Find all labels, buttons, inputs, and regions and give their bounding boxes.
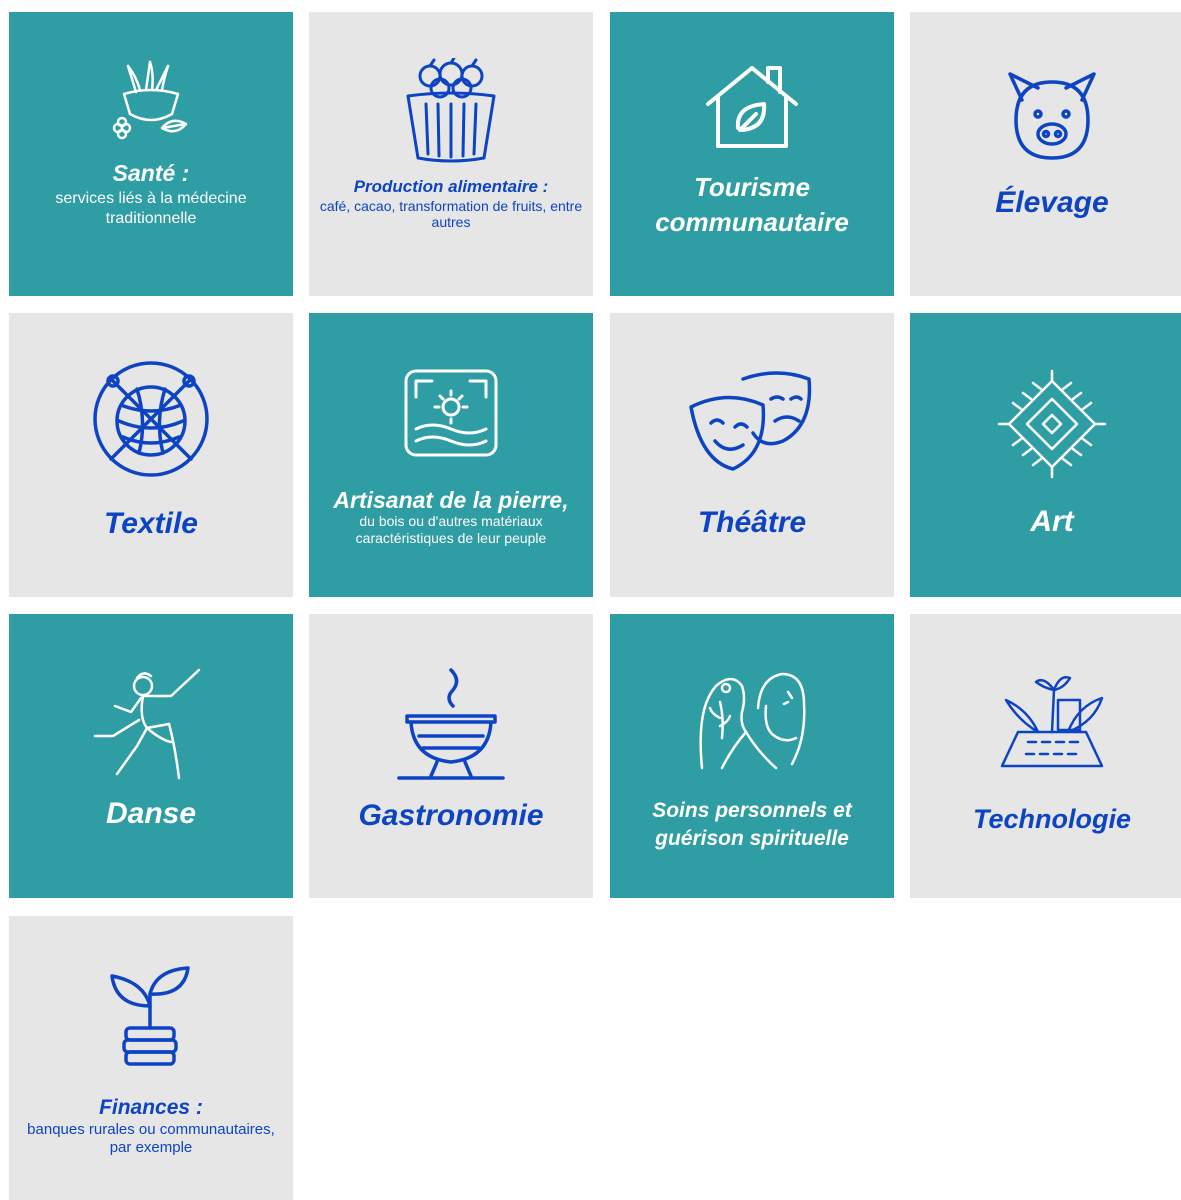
tile-title: Santé : bbox=[112, 160, 190, 186]
tile-caption: Soins personnels et guérison spirituelle bbox=[618, 797, 886, 854]
tile-caption: Élevage bbox=[918, 186, 1181, 221]
tile-description: banques rurales ou communautaires, par e… bbox=[27, 1121, 275, 1157]
coin-plant-icon bbox=[106, 964, 196, 1074]
tile-title: Tourisme communautaire bbox=[655, 172, 849, 238]
laptop-plant-icon bbox=[998, 670, 1106, 770]
tile-caption: Production alimentaire : café, cacao, tr… bbox=[317, 177, 585, 231]
two-faces-icon bbox=[692, 668, 812, 772]
tile-technologie[interactable]: Technologie bbox=[910, 614, 1181, 898]
tile-art[interactable]: Art bbox=[910, 313, 1181, 597]
tile-caption: Danse bbox=[17, 797, 285, 832]
tile-title: Production alimentaire : bbox=[353, 177, 549, 196]
tile-textile[interactable]: Textile bbox=[9, 313, 293, 597]
tile-soins-personnels[interactable]: Soins personnels et guérison spirituelle bbox=[610, 614, 894, 898]
tile-caption: Art bbox=[918, 505, 1181, 540]
tile-caption: Textile bbox=[17, 507, 285, 542]
tile-tourisme-communautaire[interactable]: Tourisme communautaire bbox=[610, 12, 894, 296]
tile-title: Art bbox=[1030, 505, 1074, 538]
theatre-masks-icon bbox=[687, 369, 817, 475]
tile-gastronomie[interactable]: Gastronomie bbox=[309, 614, 593, 898]
diamond-pattern-icon bbox=[997, 369, 1107, 479]
tile-caption: Théâtre bbox=[618, 506, 886, 541]
tile-artisanat[interactable]: Artisanat de la pierre, du bois ou d'aut… bbox=[309, 313, 593, 597]
mortar-herbs-icon bbox=[106, 56, 196, 146]
tile-title: Gastronomie bbox=[358, 799, 544, 832]
tile-title: Soins personnels et guérison spirituelle bbox=[652, 799, 852, 851]
tile-title: Artisanat de la pierre, bbox=[333, 487, 569, 513]
fruit-basket-icon bbox=[404, 58, 498, 164]
tile-title: Textile bbox=[104, 507, 198, 540]
tile-danse[interactable]: Danse bbox=[9, 614, 293, 898]
landscape-frame-icon bbox=[402, 367, 500, 459]
tile-finances[interactable]: Finances : banques rurales ou communauta… bbox=[9, 916, 293, 1200]
steaming-bowl-icon bbox=[397, 666, 505, 782]
tile-title: Élevage bbox=[995, 186, 1109, 219]
tile-title: Danse bbox=[105, 797, 197, 830]
tile-theatre[interactable]: Théâtre bbox=[610, 313, 894, 597]
tile-production-alimentaire[interactable]: Production alimentaire : café, cacao, tr… bbox=[309, 12, 593, 296]
tile-elevage[interactable]: Élevage bbox=[910, 12, 1181, 296]
tile-title: Finances : bbox=[99, 1096, 203, 1119]
tile-sante[interactable]: Santé : services liés à la médecine trad… bbox=[9, 12, 293, 296]
tile-description: du bois ou d'autres matériaux caractéris… bbox=[355, 513, 547, 547]
house-leaf-icon bbox=[702, 64, 802, 150]
tile-caption: Technologie bbox=[918, 804, 1181, 835]
tile-title: Technologie bbox=[972, 804, 1131, 834]
tile-title: Théâtre bbox=[697, 506, 807, 539]
dancer-icon bbox=[91, 666, 211, 782]
tile-caption: Santé : services liés à la médecine trad… bbox=[17, 160, 285, 228]
tile-caption: Finances : banques rurales ou communauta… bbox=[17, 1096, 285, 1157]
tile-caption: Tourisme communautaire bbox=[618, 170, 886, 240]
tile-caption: Artisanat de la pierre, du bois ou d'aut… bbox=[317, 487, 585, 547]
tile-description: services liés à la médecine traditionnel… bbox=[55, 190, 247, 227]
pig-icon bbox=[1002, 70, 1102, 162]
yarn-ball-icon bbox=[91, 359, 211, 479]
tile-description: café, cacao, transformation de fruits, e… bbox=[319, 197, 583, 231]
tile-caption: Gastronomie bbox=[317, 799, 585, 834]
